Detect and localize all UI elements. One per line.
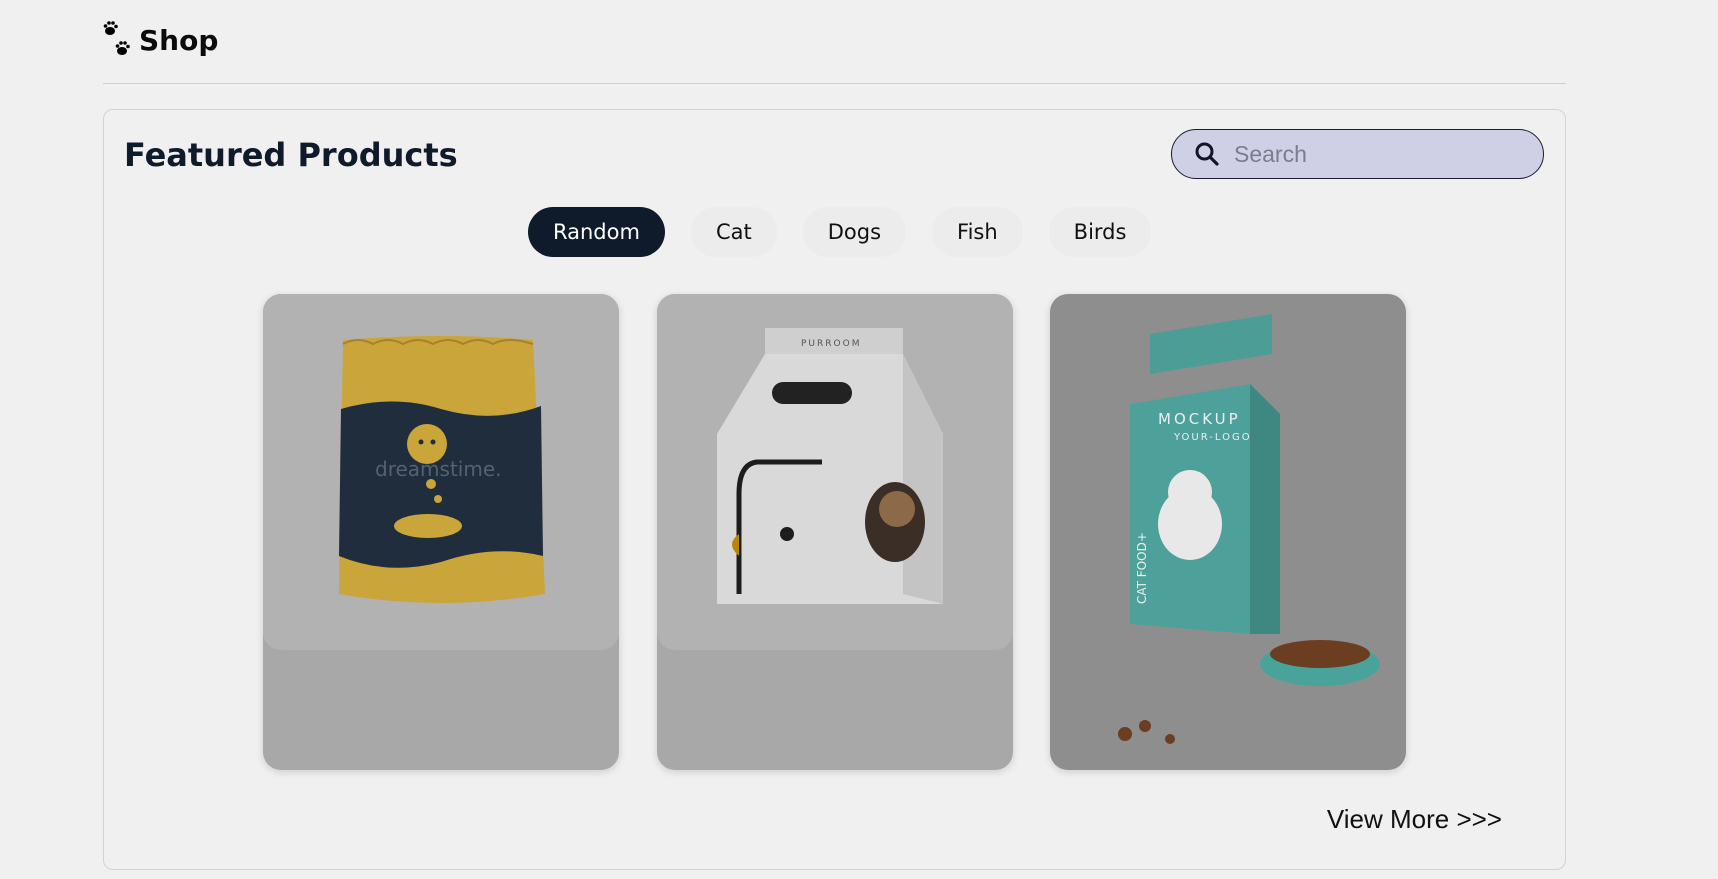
carton-mockup-text: MOCKUP: [1158, 410, 1241, 428]
category-tabs: Random Cat Dogs Fish Birds: [528, 207, 1177, 257]
tab-cat[interactable]: Cat: [690, 207, 777, 257]
tab-random[interactable]: Random: [528, 207, 665, 257]
search-input[interactable]: [1232, 139, 1516, 169]
cat-food-bag-image[interactable]: dreamstime.: [263, 294, 619, 650]
paw-prints-icon: [103, 21, 130, 55]
view-more-link[interactable]: View More >>>: [1327, 804, 1502, 835]
product-card[interactable]: MOCKUP YOUR-LOGO CAT FOOD+: [1050, 294, 1406, 770]
top-bar: Shop: [103, 0, 1566, 84]
brand-name: Shop: [139, 23, 219, 57]
bag-watermark: dreamstime.: [375, 457, 501, 481]
cat-food-carton-image[interactable]: MOCKUP YOUR-LOGO CAT FOOD+: [1050, 294, 1406, 770]
carton-side-text: CAT FOOD+: [1135, 532, 1149, 604]
search-box[interactable]: [1171, 129, 1544, 179]
product-card[interactable]: PURROOM: [657, 294, 1013, 770]
box-brand-text: PURROOM: [801, 339, 861, 349]
page-title: Featured Products: [124, 136, 458, 174]
cat-house-box-image[interactable]: PURROOM: [657, 294, 1013, 650]
shop-logo[interactable]: Shop: [103, 18, 218, 62]
tab-fish[interactable]: Fish: [932, 207, 1023, 257]
search-icon: [1195, 142, 1219, 166]
tab-dogs[interactable]: Dogs: [802, 207, 907, 257]
tab-birds[interactable]: Birds: [1048, 207, 1152, 257]
featured-products-panel: Featured Products Random Cat Dogs Fish B…: [103, 109, 1566, 870]
product-card[interactable]: dreamstime.: [263, 294, 619, 770]
carton-logo-text: YOUR-LOGO: [1173, 432, 1252, 443]
